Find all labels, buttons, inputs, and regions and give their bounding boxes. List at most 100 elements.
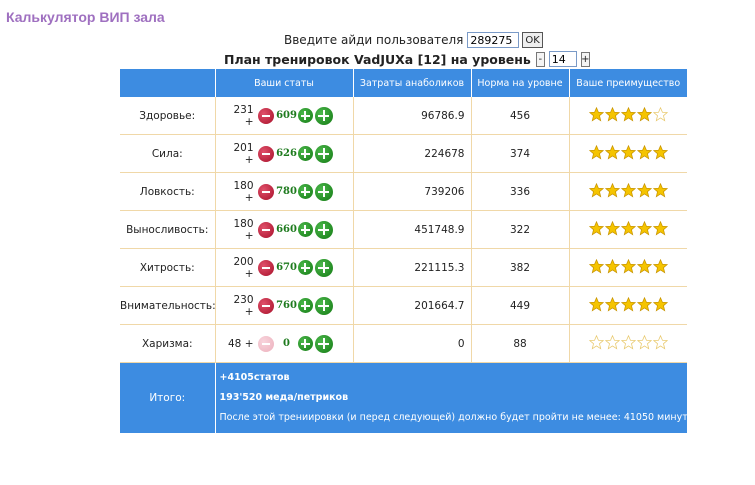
totals-label: Итого:	[120, 362, 215, 433]
plus-circle-icon[interactable]	[297, 222, 313, 237]
stat-norm: 374	[471, 134, 570, 173]
star-icon	[620, 258, 636, 273]
minus-circle-icon[interactable]	[257, 221, 274, 238]
star-icon	[604, 220, 620, 235]
stat-base: 231 +	[233, 103, 254, 128]
stat-cost: 224678	[353, 134, 472, 173]
stat-cost: 96786.9	[353, 97, 472, 135]
star-icon	[620, 144, 636, 159]
table-header-row: Ваши статы Затраты анаболиков Норма на у…	[120, 69, 687, 97]
advantage-stars	[569, 97, 687, 135]
user-id-input[interactable]	[467, 32, 520, 48]
stat-base: 201 +	[233, 141, 254, 166]
plus-circle-large-icon[interactable]	[314, 296, 333, 315]
stat-name: Здоровье:	[120, 97, 216, 135]
table-row: Хитрость: 200 + 670 221115.3 382	[120, 248, 687, 287]
stat-name: Харизма:	[120, 324, 216, 363]
stat-norm: 322	[471, 210, 570, 249]
minus-circle-icon	[257, 335, 274, 352]
plus-circle-large-icon[interactable]	[314, 144, 333, 163]
star-icon	[636, 220, 652, 235]
header-stats: Ваши статы	[215, 69, 354, 97]
user-id-label: Введите айди пользователя	[284, 33, 464, 47]
table-row: Здоровье: 231 + 609 96786.9 456	[120, 97, 687, 135]
level-input[interactable]	[548, 51, 577, 67]
star-icon	[652, 258, 668, 273]
star-icon	[652, 106, 668, 121]
minus-circle-icon[interactable]	[257, 107, 274, 124]
stat-norm: 88	[471, 324, 570, 363]
star-icon	[588, 182, 604, 197]
star-icon	[636, 106, 652, 121]
plus-circle-large-icon[interactable]	[314, 182, 333, 201]
totals-details: +4105статов 193'520 меда/петриков После …	[214, 362, 688, 433]
star-icon	[588, 334, 604, 349]
totals-note: После этой трениировки (и перед следующе…	[219, 412, 688, 423]
minus-circle-icon[interactable]	[257, 145, 274, 162]
level-decrease-button[interactable]: -	[535, 51, 545, 67]
stat-base: 180 +	[233, 179, 254, 204]
plus-circle-icon[interactable]	[297, 184, 313, 199]
plan-header: План тренировок VadJUXa [12] на уровень …	[224, 50, 590, 68]
star-icon	[620, 296, 636, 311]
star-icon	[652, 220, 668, 235]
stat-gain: 670	[276, 262, 297, 273]
minus-circle-icon[interactable]	[257, 259, 274, 276]
star-icon	[604, 296, 620, 311]
plus-circle-large-icon[interactable]	[314, 220, 333, 239]
stat-base: 48 +	[228, 337, 254, 350]
minus-circle-icon[interactable]	[257, 297, 274, 314]
plus-circle-icon[interactable]	[297, 260, 313, 275]
advantage-stars	[569, 324, 687, 363]
plus-circle-icon[interactable]	[297, 146, 313, 161]
user-id-form: Введите айди пользователя OK	[284, 31, 543, 49]
table-row: Внимательность: 230 + 760 201664.7 449	[120, 286, 687, 325]
star-icon	[620, 106, 636, 121]
totals-row: Итого: +4105статов 193'520 меда/петриков…	[120, 362, 688, 433]
star-icon	[620, 334, 636, 349]
stat-base: 200 +	[233, 255, 254, 280]
stat-name: Ловкость:	[120, 172, 216, 211]
table-row: Харизма: 48 +0 0 88	[120, 324, 687, 363]
stat-name: Хитрость:	[120, 248, 216, 287]
stat-controls: 180 + 780	[215, 172, 354, 211]
minus-circle-icon[interactable]	[257, 183, 274, 200]
star-icon	[588, 106, 604, 121]
ok-button[interactable]: OK	[522, 32, 543, 48]
stat-norm: 456	[471, 97, 570, 135]
star-icon	[588, 258, 604, 273]
advantage-stars	[569, 286, 687, 325]
advantage-stars	[569, 210, 687, 249]
plus-circle-icon[interactable]	[297, 336, 313, 351]
advantage-stars	[569, 134, 687, 173]
plus-circle-large-icon[interactable]	[314, 258, 333, 277]
level-increase-button[interactable]: +	[580, 51, 590, 67]
star-icon	[636, 182, 652, 197]
star-icon	[588, 220, 604, 235]
stat-norm: 449	[471, 286, 570, 325]
plus-circle-icon[interactable]	[297, 298, 313, 313]
stat-base: 230 +	[233, 293, 254, 318]
star-icon	[588, 296, 604, 311]
star-icon	[636, 258, 652, 273]
stat-controls: 230 + 760	[215, 286, 354, 325]
plan-title: План тренировок VadJUXa [12] на уровень	[224, 51, 531, 67]
star-icon	[636, 144, 652, 159]
table-row: Выносливость: 180 + 660 451748.9 322	[120, 210, 687, 249]
plus-circle-icon[interactable]	[297, 108, 313, 123]
advantage-stars	[569, 172, 687, 211]
star-icon	[588, 144, 604, 159]
stat-controls: 201 + 626	[215, 134, 354, 173]
stat-cost: 0	[353, 324, 472, 363]
header-name	[120, 69, 216, 97]
stat-cost: 739206	[353, 172, 472, 211]
star-icon	[604, 258, 620, 273]
stat-controls: 180 + 660	[215, 210, 354, 249]
stat-norm: 382	[471, 248, 570, 287]
star-icon	[636, 296, 652, 311]
stat-controls: 48 + 0	[215, 324, 354, 363]
plus-circle-large-icon[interactable]	[314, 106, 333, 125]
stat-controls: 200 + 670	[215, 248, 354, 287]
page-title: Калькулятор ВИП зала	[6, 9, 165, 25]
plus-circle-large-icon[interactable]	[314, 334, 333, 353]
